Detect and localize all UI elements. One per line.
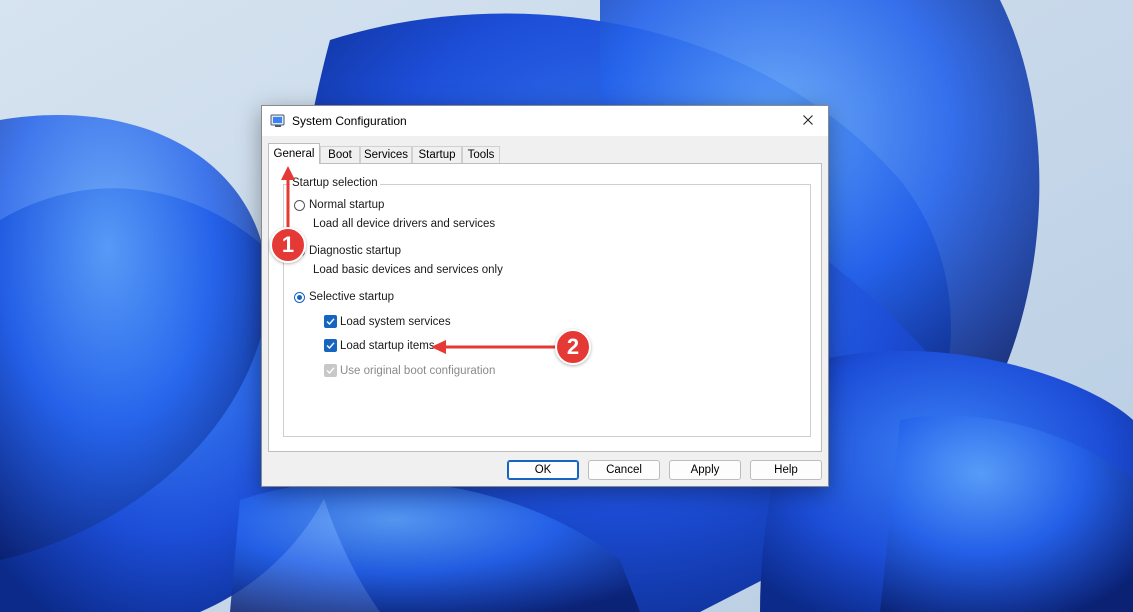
load-system-services-checkbox[interactable]: Load system services <box>324 315 451 328</box>
radio-button-selected <box>294 291 305 303</box>
checkmark-icon <box>324 339 337 352</box>
annotation-badge-2: 2 <box>555 329 591 365</box>
diagnostic-startup-description: Load basic devices and services only <box>313 264 503 276</box>
selective-startup-radio[interactable]: Selective startup <box>294 291 394 303</box>
load-startup-items-label: Load startup items <box>340 339 435 352</box>
radio-button <box>294 199 305 211</box>
cancel-button[interactable]: Cancel <box>588 460 660 480</box>
load-startup-items-checkbox[interactable]: Load startup items <box>324 339 435 352</box>
normal-startup-radio[interactable]: Normal startup <box>294 199 384 211</box>
tab-startup[interactable]: Startup <box>412 146 462 163</box>
selective-startup-label: Selective startup <box>309 291 395 303</box>
use-original-boot-config-checkbox: Use original boot configuration <box>324 364 495 377</box>
normal-startup-label: Normal startup <box>309 199 385 211</box>
normal-startup-description: Load all device drivers and services <box>313 218 496 230</box>
startup-selection-group: Startup selection Normal startup Load al… <box>283 177 811 437</box>
window-title: System Configuration <box>292 114 407 128</box>
help-button[interactable]: Help <box>750 460 822 480</box>
tab-general[interactable]: General <box>268 143 320 164</box>
use-original-boot-config-label: Use original boot configuration <box>340 364 496 377</box>
load-system-services-label: Load system services <box>340 315 451 328</box>
system-configuration-window: System Configuration General Boot Servic… <box>261 105 829 487</box>
annotation-badge-1: 1 <box>270 227 306 263</box>
startup-selection-legend: Startup selection <box>290 177 380 189</box>
tab-tools[interactable]: Tools <box>462 146 500 163</box>
title-bar[interactable]: System Configuration <box>262 106 828 136</box>
tab-services[interactable]: Services <box>360 146 412 163</box>
ok-button[interactable]: OK <box>507 460 579 480</box>
tab-boot[interactable]: Boot <box>320 146 360 163</box>
apply-button[interactable]: Apply <box>669 460 741 480</box>
diagnostic-startup-radio[interactable]: Diagnostic startup <box>294 245 401 257</box>
checkmark-icon <box>324 364 337 377</box>
close-button[interactable] <box>788 106 828 136</box>
general-tab-panel: Startup selection Normal startup Load al… <box>268 163 822 452</box>
close-icon <box>803 114 813 128</box>
system-config-icon <box>270 113 286 129</box>
checkmark-icon <box>324 315 337 328</box>
diagnostic-startup-label: Diagnostic startup <box>309 245 402 257</box>
